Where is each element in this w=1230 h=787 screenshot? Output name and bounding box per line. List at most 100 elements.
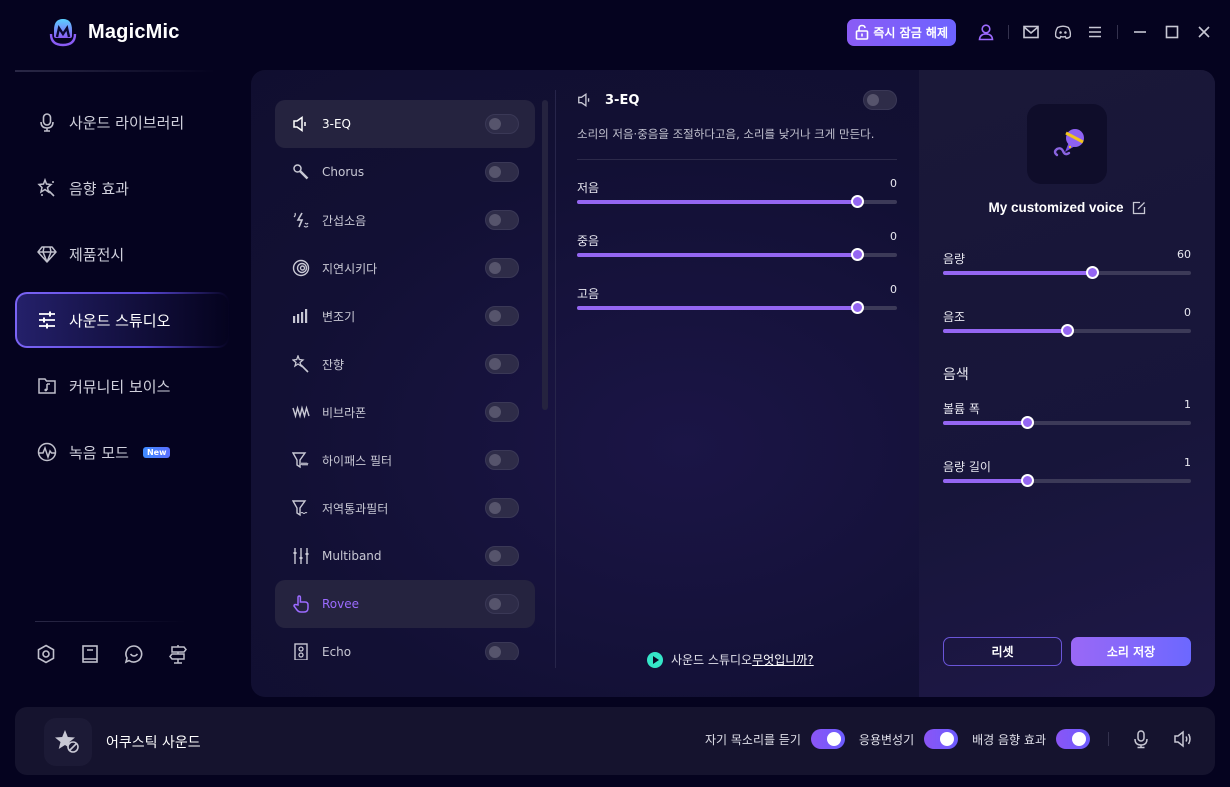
background-effects-label: 배경 음향 효과	[972, 732, 1046, 747]
maximize-button[interactable]	[1162, 22, 1182, 42]
voice-changer-toggle[interactable]	[924, 729, 959, 749]
slider-value: 1	[1184, 398, 1191, 411]
effect-detail-toggle[interactable]	[863, 90, 897, 110]
slider-track[interactable]	[577, 248, 897, 261]
slider-label: 볼륨 폭	[943, 402, 980, 416]
menu-icon	[1089, 26, 1101, 38]
save-voice-button[interactable]: 소리 저장	[1071, 637, 1191, 666]
sidebar-item-sound-effects[interactable]: 음향 효과	[15, 160, 230, 216]
unlock-now-button[interactable]: 즉시 잠금 해제	[847, 18, 956, 46]
effect-toggle[interactable]	[485, 210, 519, 230]
effect-toggle[interactable]	[485, 162, 519, 182]
effect-item-reverb[interactable]: 잔향	[275, 340, 535, 388]
settings-icon[interactable]	[36, 644, 56, 664]
sidebar-item-recording-mode[interactable]: 녹음 모드 New	[15, 424, 230, 480]
effects-scrollbar[interactable]	[542, 100, 548, 410]
book-icon[interactable]	[80, 644, 100, 664]
discord-button[interactable]	[1053, 22, 1073, 42]
bass-slider: 저음 0	[577, 177, 897, 213]
microphone-icon[interactable]	[1131, 729, 1151, 749]
effect-item-chorus[interactable]: Chorus	[275, 148, 535, 196]
magicmic-logo-icon	[49, 19, 77, 47]
reset-button[interactable]: 리셋	[943, 637, 1062, 666]
star-slash-icon	[55, 730, 79, 753]
mail-icon	[1023, 25, 1039, 39]
slider-fill	[943, 329, 1067, 333]
sidebar-item-label: 사운드 라이브러리	[69, 113, 185, 132]
new-badge: New	[142, 446, 171, 458]
speaker-volume-icon[interactable]	[1173, 729, 1193, 749]
slider-track[interactable]	[577, 195, 897, 208]
chat-icon[interactable]	[124, 644, 144, 664]
effect-item-multiband[interactable]: Multiband	[275, 532, 535, 580]
minimize-button[interactable]	[1130, 22, 1150, 42]
effect-label: 지연시키다	[322, 261, 378, 276]
effect-item-echo[interactable]: Echo	[275, 628, 535, 660]
sidebar-item-product-showcase[interactable]: 제품전시	[15, 226, 230, 282]
effect-toggle[interactable]	[485, 114, 519, 134]
sidebar-item-label: 녹음 모드	[69, 443, 129, 462]
effect-item-vibraphone[interactable]: 비브라폰	[275, 388, 535, 436]
play-icon[interactable]	[647, 651, 663, 668]
hand-pointer-icon	[293, 595, 309, 613]
sidebar-item-sound-library[interactable]: 사운드 라이브러리	[15, 94, 230, 150]
slider-track[interactable]	[943, 474, 1191, 487]
effect-toggle[interactable]	[485, 258, 519, 278]
slider-thumb[interactable]	[851, 195, 864, 208]
mail-button[interactable]	[1021, 22, 1041, 42]
slider-thumb[interactable]	[1021, 416, 1035, 429]
sidebar-item-sound-studio[interactable]: 사운드 스튜디오	[15, 292, 230, 348]
signpost-icon[interactable]	[168, 644, 188, 664]
effect-item-delay[interactable]: 지연시키다	[275, 244, 535, 292]
effect-toggle[interactable]	[485, 402, 519, 422]
current-voice-name: 어쿠스틱 사운드	[106, 735, 201, 751]
effect-item-interference-noise[interactable]: 간섭소음	[275, 196, 535, 244]
slider-thumb[interactable]	[1021, 474, 1035, 487]
slider-track[interactable]	[577, 301, 897, 314]
effect-toggle[interactable]	[485, 546, 519, 566]
slider-track[interactable]	[943, 324, 1191, 337]
effect-toggle[interactable]	[485, 642, 519, 660]
effect-toggle[interactable]	[485, 594, 519, 614]
background-effects-toggle[interactable]	[1056, 729, 1090, 749]
sliders-icon	[39, 311, 55, 329]
current-voice-avatar[interactable]	[44, 718, 92, 766]
help-link[interactable]: 무엇입니까?	[752, 651, 814, 668]
effect-label: Echo	[322, 645, 352, 659]
effect-toggle[interactable]	[485, 306, 519, 326]
slider-value: 0	[890, 230, 897, 243]
effect-item-3eq[interactable]: 3-EQ	[275, 100, 535, 148]
effect-item-modulator[interactable]: 변조기	[275, 292, 535, 340]
effect-toggle[interactable]	[485, 498, 519, 518]
slider-thumb[interactable]	[851, 301, 864, 314]
close-icon	[1198, 26, 1210, 38]
sidebar-nav: 사운드 라이브러리 음향 효과 제품전시 사운드 스튜디오 커뮤니티 보이스 녹…	[15, 94, 230, 490]
microphone-icon	[40, 113, 54, 132]
effect-item-rovee[interactable]: Rovee	[275, 580, 535, 628]
close-button[interactable]	[1194, 22, 1214, 42]
help-prefix: 사운드 스튜디오	[671, 653, 753, 667]
slider-label: 중음	[577, 234, 600, 248]
sidebar-item-label: 커뮤니티 보이스	[69, 377, 171, 396]
effect-detail: 3-EQ 소리의 저음·중음을 조절하다고음, 소리를 낮거나 크게 만든다. …	[577, 90, 897, 319]
effect-toggle[interactable]	[485, 354, 519, 374]
bottom-controls: 자기 목소리를 듣기 응용변성기 배경 음향 효과	[705, 729, 1193, 749]
slider-thumb[interactable]	[1085, 266, 1099, 279]
waveform-icon	[37, 442, 57, 462]
slider-track[interactable]	[943, 266, 1191, 279]
edit-icon[interactable]	[1132, 201, 1146, 215]
volume-length-slider: 음량 길이 1	[943, 456, 1191, 492]
slider-thumb[interactable]	[1061, 324, 1074, 337]
slider-thumb[interactable]	[851, 248, 864, 261]
menu-button[interactable]	[1085, 22, 1105, 42]
slider-track[interactable]	[943, 416, 1191, 429]
slider-fill	[577, 306, 857, 310]
magic-microphone-icon	[1053, 129, 1084, 157]
sidebar-item-community-voice[interactable]: 커뮤니티 보이스	[15, 358, 230, 414]
hear-myself-toggle[interactable]	[810, 729, 845, 749]
effect-label: 저역통과필터	[322, 501, 389, 516]
effect-item-highpass-filter[interactable]: 하이패스 필터	[275, 436, 535, 484]
user-account-button[interactable]	[976, 22, 996, 42]
effect-toggle[interactable]	[485, 450, 519, 470]
effect-item-lowpass-filter[interactable]: 저역통과필터	[275, 484, 535, 532]
